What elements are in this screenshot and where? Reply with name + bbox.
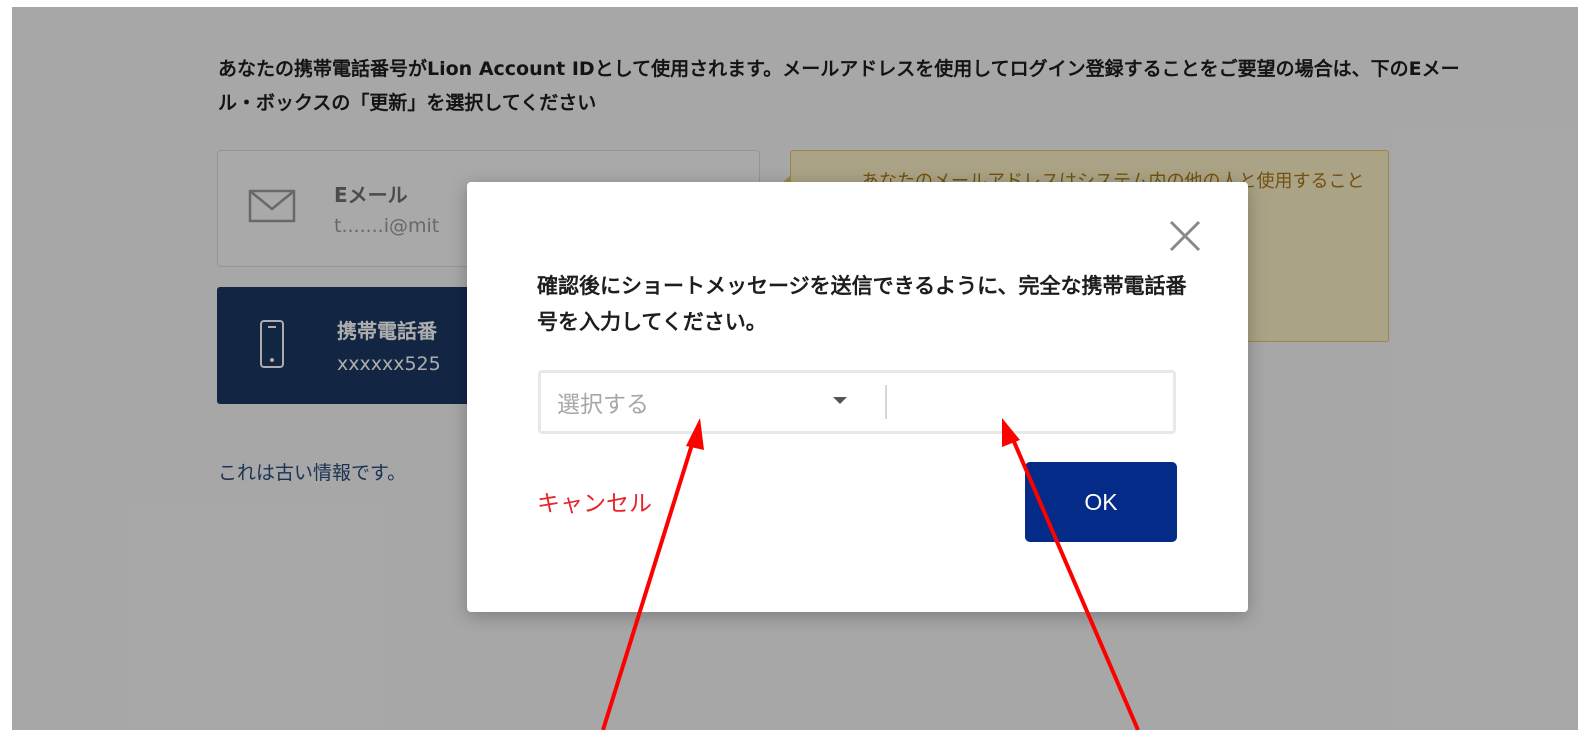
arrow-to-country-select (601, 418, 704, 730)
annotation-arrows (601, 418, 1140, 730)
arrow-to-number-field (1002, 418, 1140, 730)
